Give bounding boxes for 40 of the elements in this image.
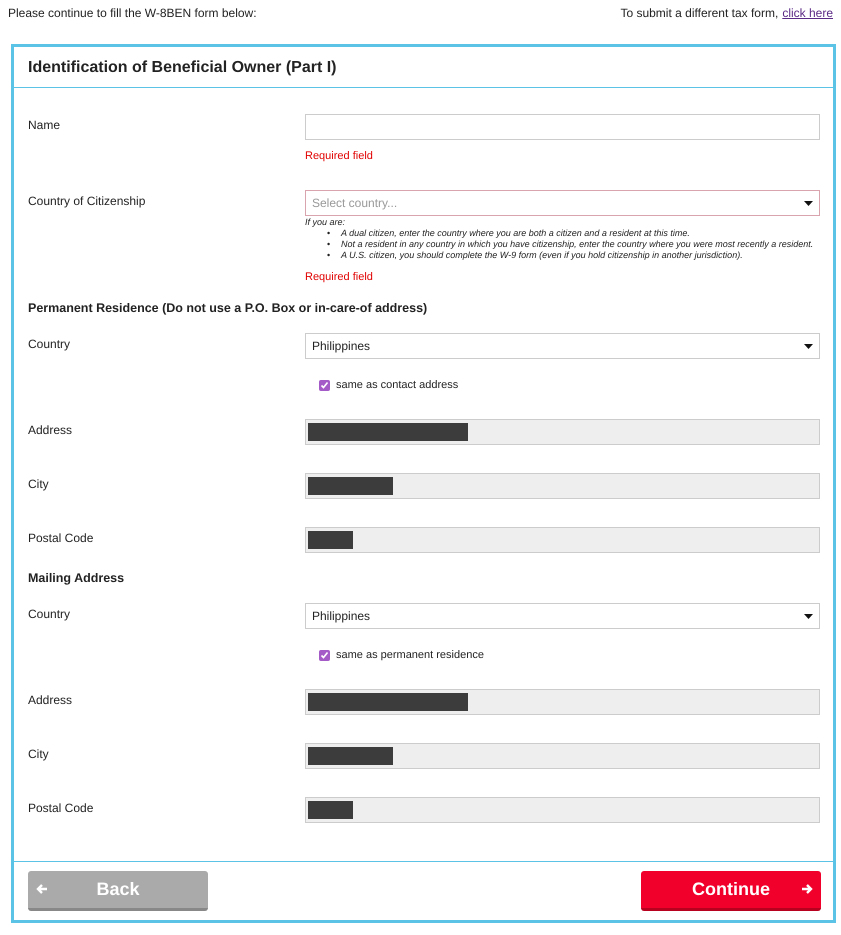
field-label: Country of Citizenship (28, 193, 146, 210)
section-heading: Permanent Residence (Do not use a P.O. Box or in-care-of address) (28, 301, 428, 315)
bullet-marker: • (327, 228, 332, 239)
redaction-block (308, 531, 353, 549)
error-text: Required field (305, 150, 374, 162)
caret-icon (804, 200, 813, 206)
card-title: Identification of Beneficial Owner (Part I) (28, 59, 336, 76)
note-item: Not a resident in any country in which you have citizenship, enter the country where you were most recently a resident. (341, 239, 814, 250)
intro-text: Please continue to fill the W-8BEN form below: (8, 6, 257, 22)
field-label: City (28, 746, 50, 763)
field-label: Address (28, 692, 74, 709)
bullet-marker: • (327, 239, 332, 250)
click-here-link[interactable]: click here (782, 6, 833, 38)
note-item: A U.S. citizen, you should complete the W-9 form (even if you hold citizenship in another jurisdiction). (341, 250, 743, 261)
select-field[interactable]: Philippines (305, 333, 820, 359)
note-intro: If you are: (305, 217, 346, 227)
checkbox-label: same as permanent residence (336, 649, 484, 661)
checkbox[interactable] (319, 650, 330, 660)
caret-icon (804, 344, 813, 348)
field-label: Postal Code (28, 800, 94, 817)
field-label: Name (28, 117, 62, 134)
caret-icon (804, 614, 813, 618)
field-label: Country (28, 606, 72, 623)
checkbox[interactable] (319, 380, 330, 390)
field-label: Postal Code (28, 530, 94, 547)
right-arrow-icon (801, 883, 813, 895)
left-arrow-icon (36, 883, 48, 895)
error-text: Required field (305, 271, 374, 283)
field-label: City (28, 476, 50, 493)
section-heading: Mailing Address (28, 571, 126, 585)
switch-form-text: To submit a different tax form, (620, 6, 778, 22)
bullet-marker: • (327, 250, 332, 261)
field-label: Address (28, 422, 74, 439)
select-field[interactable]: Philippines (305, 603, 820, 629)
input-field[interactable] (305, 114, 820, 140)
note-item: A dual citizen, enter the country where you are both a citizen and a resident at this time. (341, 228, 690, 239)
redaction-block (308, 801, 353, 819)
field-label: Country (28, 336, 72, 353)
checkbox-label: same as contact address (336, 379, 458, 391)
continue-button[interactable]: Continue (641, 871, 821, 911)
